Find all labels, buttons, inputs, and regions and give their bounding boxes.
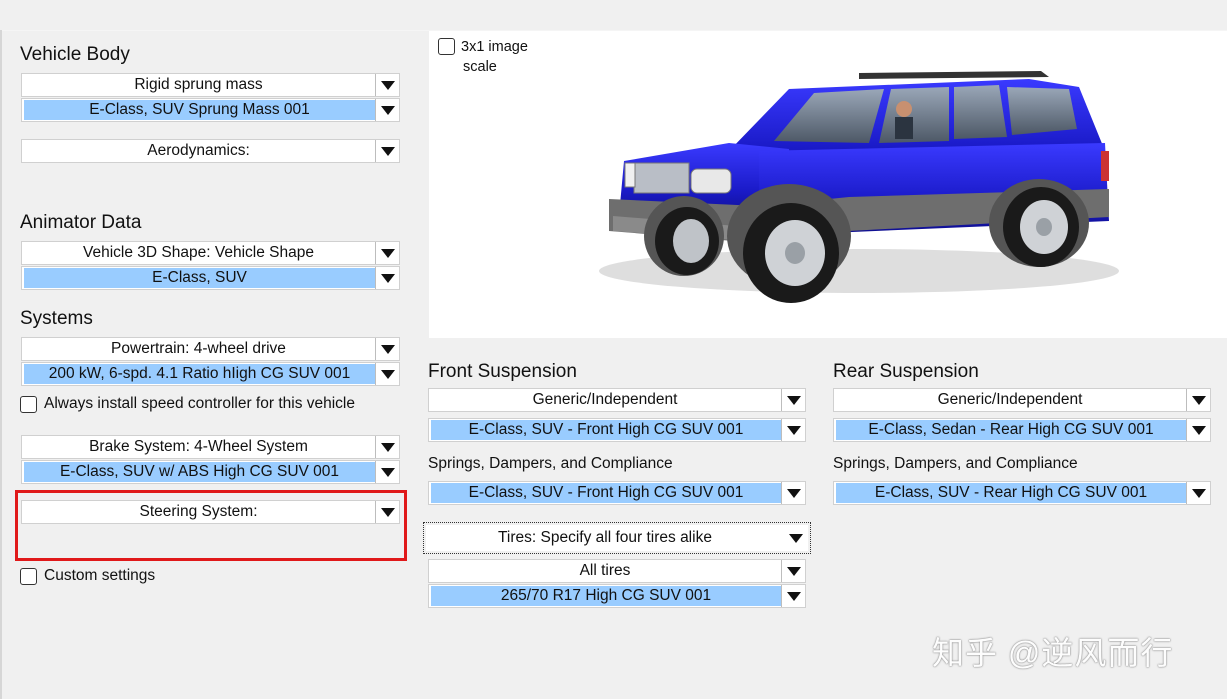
aerodynamics-dropdown[interactable]: Aerodynamics: [21,139,400,163]
rear-compliance-label: Springs, Dampers, and Compliance [833,455,1078,472]
dropdown-arrow-icon[interactable] [781,560,805,582]
systems-heading: Systems [20,308,93,329]
steering-highlight-box [15,490,407,561]
checkbox-box[interactable] [438,38,455,55]
checkbox-label: Custom settings [44,567,156,584]
scale-label-line1: 3x1 image [461,39,528,55]
custom-settings-checkbox[interactable]: Custom settings [20,567,155,585]
dropdown-value: E-Class, SUV - Rear High CG SUV 001 [836,483,1186,503]
dropdown-arrow-icon[interactable] [781,419,805,441]
dropdown-arrow-icon[interactable] [375,74,399,96]
image-scale-checkbox[interactable]: 3x1 image scale [438,37,528,77]
dropdown-arrow-icon[interactable] [375,338,399,360]
dropdown-arrow-icon[interactable] [375,436,399,458]
dropdown-value: Powertrain: 4-wheel drive [111,340,286,357]
brake-dataset-dropdown[interactable]: E-Class, SUV w/ ABS High CG SUV 001 [21,460,400,484]
dropdown-arrow-icon[interactable] [1186,389,1210,411]
checkbox-label: 3x1 image scale [461,37,528,77]
dropdown-value: E-Class, SUV - Front High CG SUV 001 [431,483,781,503]
dropdown-value: 200 kW, 6-spd. 4.1 Ratio hIigh CG SUV 00… [24,364,375,384]
front-suspension-dataset-dropdown[interactable]: E-Class, SUV - Front High CG SUV 001 [428,418,806,442]
sprung-mass-dataset-dropdown[interactable]: E-Class, SUV Sprung Mass 001 [21,98,400,122]
rear-suspension-type-dropdown[interactable]: Generic/Independent [833,388,1211,412]
dropdown-value: E-Class, Sedan - Rear High CG SUV 001 [836,420,1186,440]
brake-type-dropdown[interactable]: Brake System: 4-Wheel System [21,435,400,459]
dropdown-value: Generic/Independent [937,391,1083,408]
dropdown-arrow-icon[interactable] [784,533,808,543]
dropdown-value: Tires: Specify all four tires alike [498,529,712,546]
dropdown-arrow-icon[interactable] [375,267,399,289]
vehicle-body-heading: Vehicle Body [20,44,130,65]
sprung-mass-type-dropdown[interactable]: Rigid sprung mass [21,73,400,97]
tires-scope-dropdown[interactable]: All tires [428,559,806,583]
tires-mode-dropdown[interactable]: Tires: Specify all four tires alike [426,525,808,551]
dropdown-value: 265/70 R17 High CG SUV 001 [431,586,781,606]
vehicle-shape-dataset-dropdown[interactable]: E-Class, SUV [21,266,400,290]
dropdown-value: Brake System: 4-Wheel System [89,438,308,455]
watermark: 知乎 @逆风而行 [932,635,1174,671]
dropdown-arrow-icon[interactable] [375,99,399,121]
dropdown-arrow-icon[interactable] [1186,419,1210,441]
left-border [0,30,2,699]
dropdown-value: Vehicle 3D Shape: Vehicle Shape [83,244,314,261]
front-compliance-label: Springs, Dampers, and Compliance [428,455,673,472]
dropdown-arrow-icon[interactable] [375,363,399,385]
dropdown-arrow-icon[interactable] [781,389,805,411]
checkbox-box[interactable] [20,567,37,585]
dropdown-value: E-Class, SUV Sprung Mass 001 [24,100,375,120]
checkbox-box[interactable] [20,395,37,413]
speed-controller-checkbox[interactable]: Always install speed controller for this… [20,395,355,413]
animator-data-heading: Animator Data [20,212,142,233]
vehicle-shape-type-dropdown[interactable]: Vehicle 3D Shape: Vehicle Shape [21,241,400,265]
front-compliance-dropdown[interactable]: E-Class, SUV - Front High CG SUV 001 [428,481,806,505]
tires-dataset-dropdown[interactable]: 265/70 R17 High CG SUV 001 [428,584,806,608]
rear-compliance-dropdown[interactable]: E-Class, SUV - Rear High CG SUV 001 [833,481,1211,505]
dropdown-arrow-icon[interactable] [375,461,399,483]
dropdown-value: E-Class, SUV w/ ABS High CG SUV 001 [24,462,375,482]
dropdown-arrow-icon[interactable] [781,482,805,504]
suv-image [599,71,1119,303]
rear-suspension-dataset-dropdown[interactable]: E-Class, Sedan - Rear High CG SUV 001 [833,418,1211,442]
front-suspension-type-dropdown[interactable]: Generic/Independent [428,388,806,412]
dropdown-value: Rigid sprung mass [134,76,263,93]
vehicle-preview [429,31,1227,338]
top-strip [0,0,1227,30]
checkbox-label: Always install speed controller for this… [44,395,355,412]
powertrain-type-dropdown[interactable]: Powertrain: 4-wheel drive [21,337,400,361]
dropdown-value: Aerodynamics: [147,142,250,159]
dropdown-arrow-icon[interactable] [1186,482,1210,504]
dropdown-arrow-icon[interactable] [375,140,399,162]
powertrain-dataset-dropdown[interactable]: 200 kW, 6-spd. 4.1 Ratio hIigh CG SUV 00… [21,362,400,386]
rear-suspension-heading: Rear Suspension [833,361,979,382]
dropdown-value: Generic/Independent [532,391,678,408]
dropdown-value: E-Class, SUV - Front High CG SUV 001 [431,420,781,440]
dropdown-arrow-icon[interactable] [375,242,399,264]
scale-label-line2: scale [463,59,497,75]
front-suspension-heading: Front Suspension [428,361,577,382]
dropdown-arrow-icon[interactable] [781,585,805,607]
dropdown-value: All tires [579,562,631,579]
dropdown-value: E-Class, SUV [24,268,375,288]
